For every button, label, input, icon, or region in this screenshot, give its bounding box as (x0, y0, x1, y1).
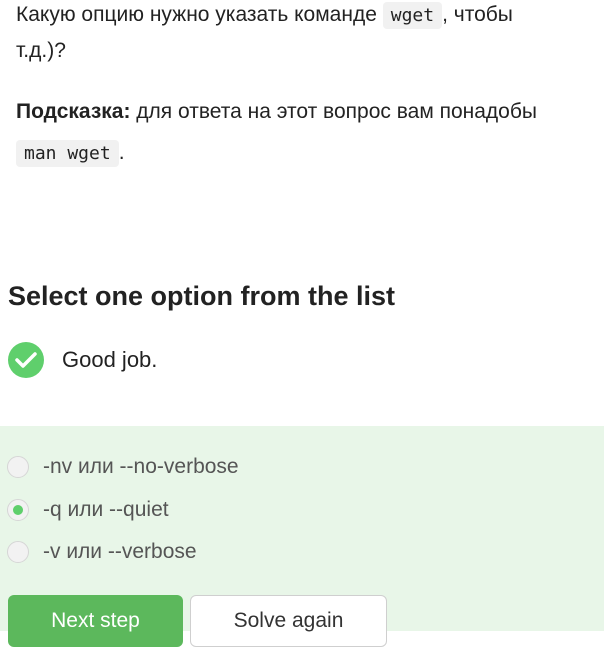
question-text-after: , чтобы (442, 3, 513, 26)
hint-text: для ответа на этот вопрос вам понадобы (130, 100, 537, 123)
inline-code-man-wget: man wget (16, 140, 119, 167)
solve-again-button[interactable]: Solve again (190, 595, 387, 647)
quiz-heading: Select one option from the list (8, 281, 396, 311)
option-label: -q или --quiet (43, 498, 169, 521)
radio-button[interactable] (7, 541, 29, 563)
option-no-verbose[interactable]: -nv или --no-verbose (7, 454, 239, 480)
next-step-button[interactable]: Next step (8, 595, 183, 647)
radio-dot-icon (13, 505, 23, 515)
hint-text-after: . (118, 141, 125, 164)
checkmark-icon (8, 342, 44, 378)
question-text: Какую опцию нужно указать команде (16, 3, 383, 26)
radio-button[interactable] (7, 456, 29, 478)
status-message: Good job. (8, 342, 157, 378)
option-verbose[interactable]: -v или --verbose (7, 539, 197, 565)
hint-line-2: man wget. (16, 138, 125, 169)
status-text: Good job. (62, 347, 158, 372)
radio-button-selected[interactable] (7, 499, 29, 521)
inline-code-wget: wget (382, 2, 443, 29)
hint-line-1: Подсказка: для ответа на этот вопрос вам… (16, 97, 537, 127)
question-line-1: Какую опцию нужно указать команде wget, … (16, 0, 513, 31)
option-label: -nv или --no-verbose (43, 455, 239, 478)
option-label: -v или --verbose (43, 540, 197, 563)
option-quiet[interactable]: -q или --quiet (7, 497, 169, 523)
hint-label: Подсказка: (16, 100, 131, 123)
question-line-2: т.д.)? (16, 39, 66, 62)
